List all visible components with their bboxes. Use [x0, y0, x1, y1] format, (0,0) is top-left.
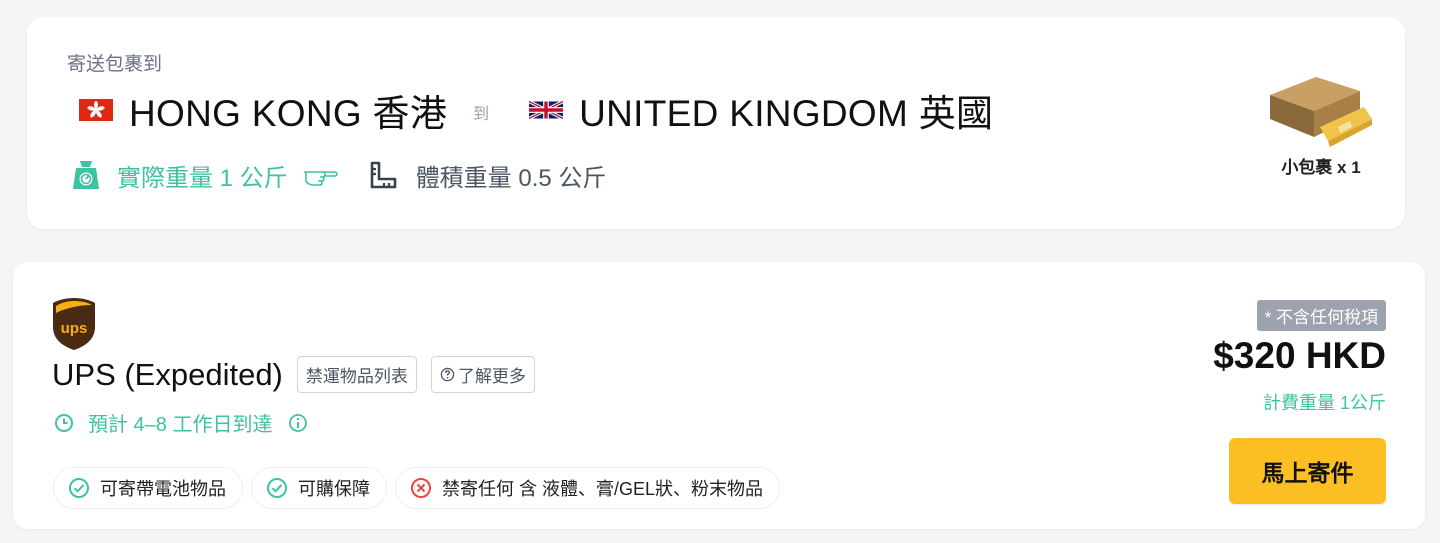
- learn-more-button[interactable]: 了解更多: [430, 356, 535, 393]
- info-icon[interactable]: [288, 413, 308, 433]
- cross-circle-icon: [411, 478, 431, 498]
- feature-label: 可購保障: [298, 479, 370, 499]
- prohibited-items-label: 禁運物品列表: [305, 367, 408, 386]
- feature-chip-prohibited: 禁寄任何 含 液體、膏/GEL狀、粉末物品: [395, 467, 781, 509]
- eta-row: 預計 4–8 工作日到達: [54, 408, 308, 437]
- check-circle-icon: [69, 478, 89, 498]
- parcel-box-icon: [1270, 77, 1372, 147]
- pointing-hand-icon: [303, 171, 338, 186]
- svg-text:ups: ups: [61, 320, 88, 337]
- ship-now-button[interactable]: 馬上寄件: [1229, 438, 1386, 504]
- ups-logo-icon: ups: [53, 298, 95, 350]
- carrier-name-row: UPS (Expedited) 禁運物品列表 了解更多: [52, 356, 549, 393]
- question-circle-icon: [440, 367, 455, 382]
- actual-weight: 實際重量 1 公斤: [117, 164, 288, 192]
- scale-icon: [73, 161, 99, 189]
- feature-chip-insurance: 可購保障: [251, 467, 387, 509]
- prohibited-items-button[interactable]: 禁運物品列表: [296, 356, 417, 393]
- weight-row: 實際重量 1 公斤 體積重量 0.5 公斤: [71, 157, 606, 193]
- hong-kong-flag-icon: [79, 99, 113, 121]
- billing-weight: 計費重量 1公斤: [1262, 393, 1386, 413]
- volumetric-weight: 體積重量 0.5 公斤: [415, 164, 607, 192]
- feature-chip-battery: 可寄帶電池物品: [53, 467, 243, 509]
- tax-note-badge: * 不含任何稅項: [1256, 300, 1386, 331]
- learn-more-label: 了解更多: [457, 367, 526, 386]
- route-to-word: 到: [473, 106, 490, 123]
- ruler-icon: [370, 161, 396, 189]
- price: $320 HKD: [1213, 335, 1386, 376]
- delivery-estimate: 預計 4–8 工作日到達: [88, 414, 273, 436]
- feature-chip-row: 可寄帶電池物品 可購保障 禁寄任何 含 液體、膏/GEL狀、粉末物品: [53, 467, 788, 509]
- route-card: 寄送包裹到 HONG KONG 香港 到 UNITED KINGDOM 英國 實…: [27, 17, 1405, 229]
- route-row: HONG KONG 香港 到 UNITED KINGDOM 英國: [79, 87, 993, 134]
- feature-label: 禁寄任何 含 液體、膏/GEL狀、粉末物品: [442, 479, 764, 499]
- feature-label: 可寄帶電池物品: [100, 479, 226, 499]
- package-label: 小包裹 x 1: [1281, 158, 1361, 177]
- origin-country: HONG KONG 香港: [129, 93, 448, 134]
- check-circle-icon: [267, 478, 287, 498]
- uk-flag-icon: [529, 99, 564, 121]
- destination-country: UNITED KINGDOM 英國: [579, 93, 994, 134]
- route-caption: 寄送包裹到: [67, 54, 163, 75]
- carrier-name: UPS (Expedited): [52, 356, 283, 392]
- clock-icon: [55, 413, 73, 432]
- carrier-card[interactable]: ups UPS (Expedited) 禁運物品列表 了解更多 預計 4–8 工…: [13, 262, 1425, 529]
